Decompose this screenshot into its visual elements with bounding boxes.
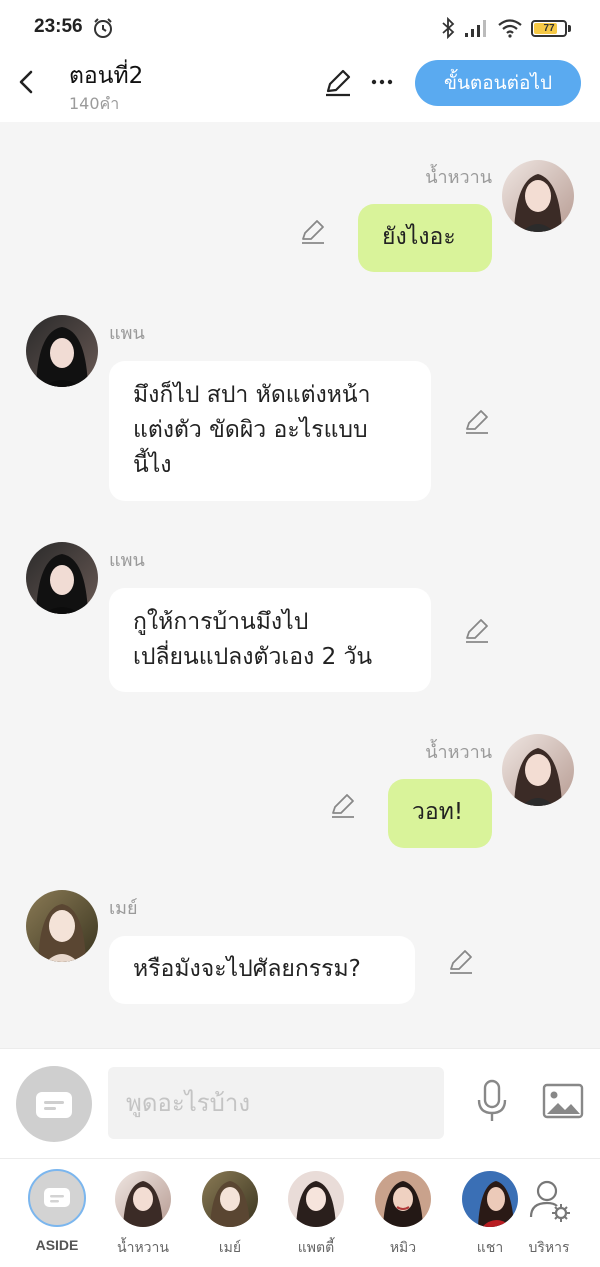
avatar — [202, 1171, 258, 1227]
avatar — [115, 1171, 171, 1227]
nav-item-manage[interactable]: บริหาร — [506, 1169, 592, 1261]
edit-message-icon[interactable] — [463, 408, 491, 436]
aside-chat-icon — [44, 1188, 70, 1207]
edit-message-icon[interactable] — [463, 617, 491, 645]
aside-toggle-button[interactable] — [16, 1066, 92, 1142]
avatar — [375, 1171, 431, 1227]
image-icon[interactable] — [542, 1083, 584, 1119]
message-line: เปลี่ยนแปลงตัวเอง 2 วัน — [133, 644, 373, 670]
message-input[interactable] — [108, 1067, 444, 1139]
avatar[interactable] — [26, 542, 98, 614]
battery-indicator: 77 — [531, 20, 567, 37]
edit-message-icon[interactable] — [329, 792, 357, 820]
avatar — [288, 1171, 344, 1227]
word-count: 140คำ — [69, 94, 120, 113]
message-bubble[interactable]: วอท! — [388, 779, 492, 848]
avatar[interactable] — [502, 734, 574, 806]
avatar[interactable] — [502, 160, 574, 232]
battery-text: 77 — [543, 23, 555, 34]
microphone-icon[interactable] — [475, 1079, 509, 1125]
aside-avatar — [28, 1169, 86, 1227]
nav-item-character[interactable]: แพตตี้ — [273, 1169, 359, 1261]
page-title: ตอนที่2 — [69, 63, 144, 89]
user-settings-icon — [529, 1180, 570, 1222]
message-input-bar — [0, 1048, 600, 1158]
nav-label: แพตตี้ — [297, 1240, 335, 1256]
more-options-icon[interactable] — [370, 70, 394, 94]
sender-name: แพน — [109, 323, 145, 344]
status-time: 23:56 — [34, 16, 83, 37]
nav-item-aside[interactable]: ASIDE — [14, 1169, 100, 1261]
message-line: นี้ไง — [133, 452, 172, 478]
chat-header: ตอนที่2 140คำ ขั้นตอนต่อไป — [0, 56, 600, 122]
message-line: ยังไงอะ — [382, 224, 456, 250]
message-line: มึงก็ไป สปา หัดแต่งหน้า — [133, 382, 371, 408]
chat-area[interactable]: น้ำหวาน ยังไงอะ แพน มึงก็ไป สปา หัดแต่งห… — [0, 122, 600, 1048]
signal-icon — [465, 20, 486, 37]
nav-label: น้ำหวาน — [117, 1240, 169, 1256]
status-bar: 23:56 77 — [0, 0, 600, 56]
nav-label: เมย์ — [218, 1240, 242, 1256]
back-arrow-icon[interactable] — [14, 66, 40, 98]
sender-name: น้ำหวาน — [425, 742, 492, 763]
aside-chat-icon — [36, 1092, 72, 1118]
next-step-button[interactable]: ขั้นตอนต่อไป — [415, 60, 581, 106]
sender-name: เมย์ — [109, 898, 138, 919]
nav-item-character[interactable]: หมิว — [360, 1169, 446, 1261]
edit-message-icon[interactable] — [447, 948, 475, 976]
nav-label: หมิว — [389, 1240, 417, 1256]
avatar[interactable] — [26, 315, 98, 387]
edit-pencil-icon[interactable] — [323, 68, 353, 98]
message-bubble[interactable]: กูให้การบ้านมึงไป เปลี่ยนแปลงตัวเอง 2 วั… — [109, 588, 431, 692]
message-bubble[interactable]: ยังไงอะ — [358, 204, 492, 272]
bluetooth-icon — [442, 17, 455, 39]
message-line: หรือมังจะไปศัลยกรรม? — [133, 956, 361, 982]
wifi-icon — [498, 19, 522, 38]
battery-cap — [568, 25, 571, 32]
message-bubble[interactable]: มึงก็ไป สปา หัดแต่งหน้า แต่งตัว ขัดผิว อ… — [109, 361, 431, 501]
edit-message-icon[interactable] — [299, 218, 327, 246]
sender-name: น้ำหวาน — [425, 167, 492, 188]
bottom-nav: ASIDE น้ำหวาน เมย์ แพตตี้ หมิว แชา บริหา… — [0, 1158, 600, 1267]
message-line: กูให้การบ้านมึงไป — [133, 609, 309, 635]
sender-name: แพน — [109, 550, 145, 571]
nav-label: ASIDE — [35, 1237, 79, 1253]
message-bubble[interactable]: หรือมังจะไปศัลยกรรม? — [109, 936, 415, 1004]
nav-item-character[interactable]: น้ำหวาน — [100, 1169, 186, 1261]
alarm-clock-icon — [94, 18, 112, 38]
avatar[interactable] — [26, 890, 98, 962]
nav-label: บริหาร — [528, 1240, 570, 1256]
nav-item-character[interactable]: เมย์ — [187, 1169, 273, 1261]
message-line: แต่งตัว ขัดผิว อะไรแบบ — [133, 417, 368, 443]
message-line: วอท! — [412, 799, 464, 825]
